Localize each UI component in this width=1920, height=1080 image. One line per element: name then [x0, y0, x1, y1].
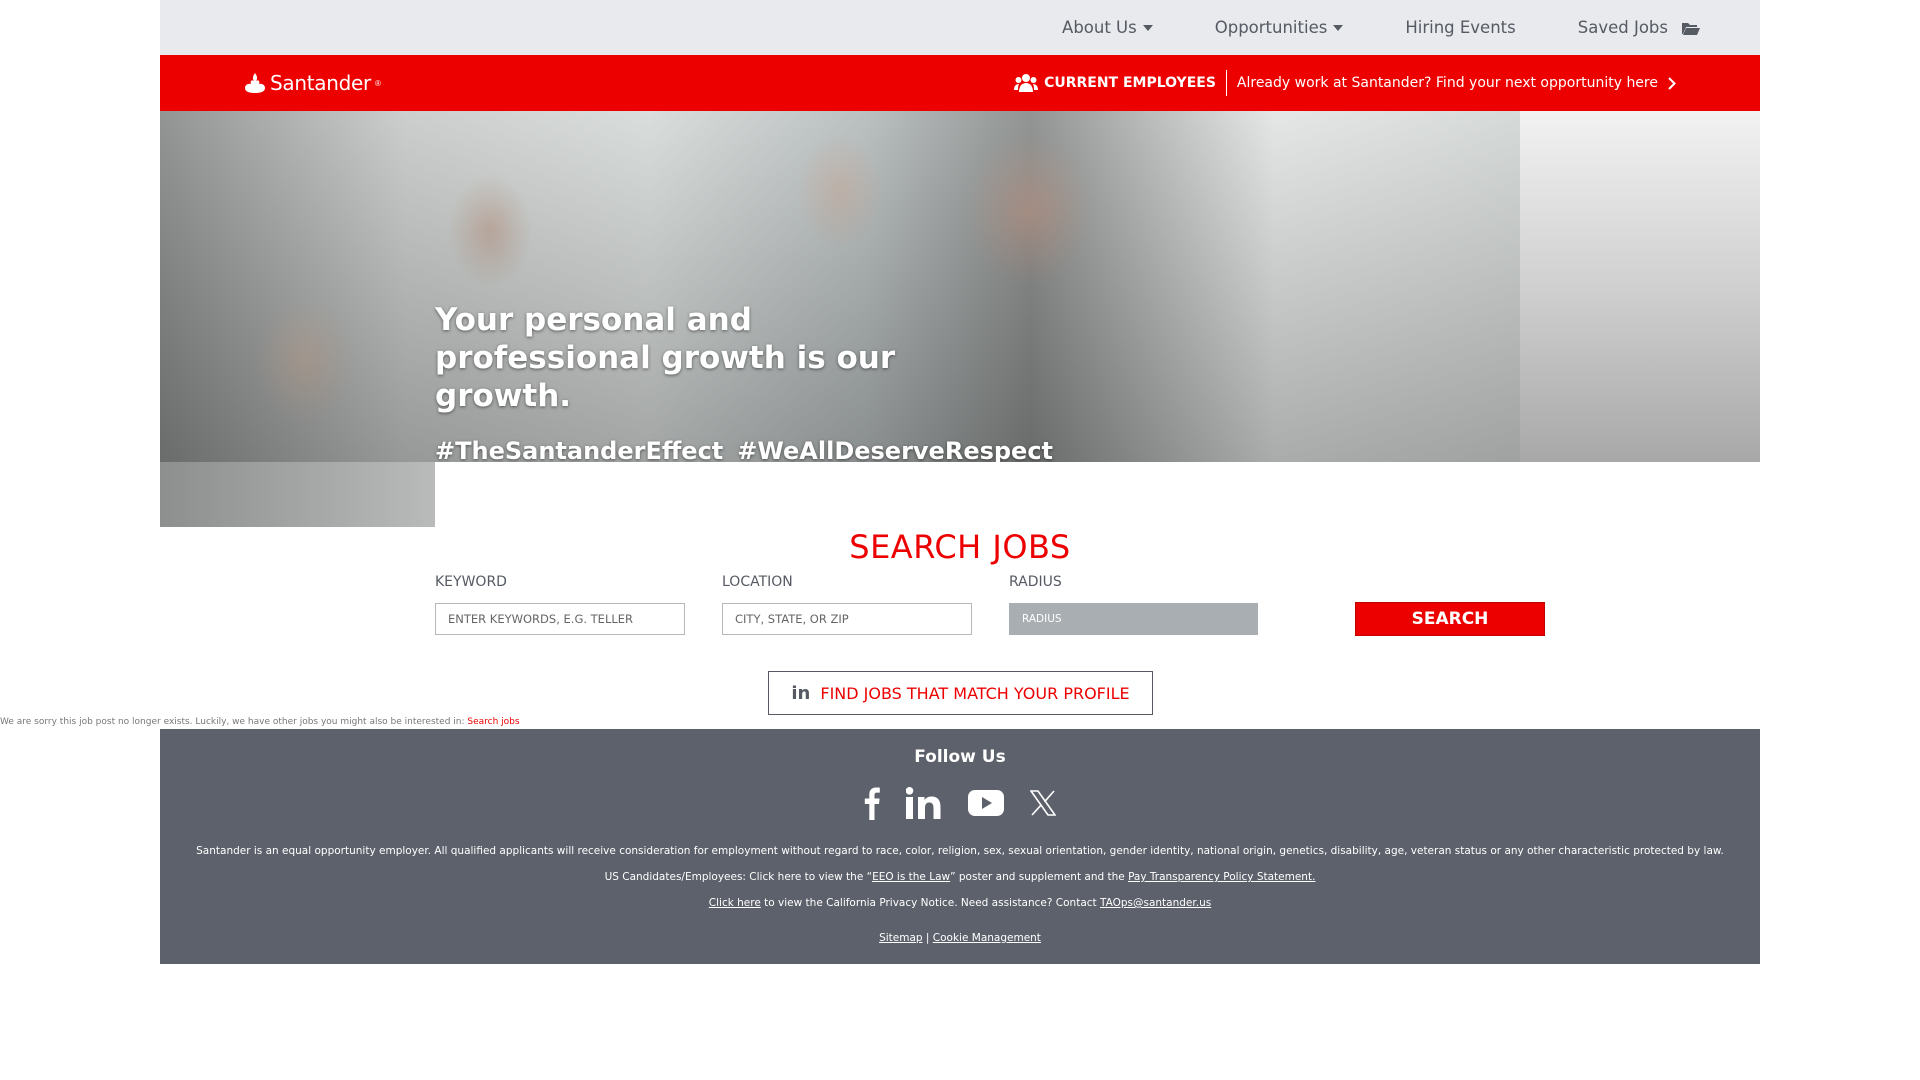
- follow-us-heading: Follow Us: [914, 747, 1006, 767]
- caret-down-icon: [1142, 24, 1153, 31]
- nav-hiring-events-label: Hiring Events: [1405, 18, 1516, 37]
- eeo-is-the-law-link[interactable]: EEO is the Law: [872, 871, 950, 883]
- caret-down-icon: [1333, 24, 1344, 31]
- search-jobs-title: SEARCH JOBS: [849, 528, 1071, 566]
- logo-registered-mark: ®: [374, 78, 381, 88]
- linkedin-icon: in: [791, 682, 811, 704]
- chevron-right-icon: [1668, 76, 1676, 90]
- keyword-input[interactable]: ENTER KEYWORDS, E.G. TELLER: [435, 603, 685, 635]
- current-employees-label: CURRENT EMPLOYEES: [1044, 75, 1216, 91]
- facebook-icon[interactable]: [864, 786, 880, 820]
- current-employees: CURRENT EMPLOYEES Already work at Santan…: [1014, 70, 1676, 96]
- nav-opportunities-label: Opportunities: [1214, 18, 1328, 37]
- linkedin-profile-match-button[interactable]: in FIND JOBS THAT MATCH YOUR PROFILE: [768, 671, 1153, 715]
- notice-text: We are sorry this job post no longer exi…: [0, 717, 465, 727]
- footer: Follow Us Santander is an equal opportun…: [160, 729, 1760, 964]
- youtube-icon[interactable]: [968, 790, 1004, 816]
- nav-opportunities[interactable]: Opportunities: [1215, 18, 1344, 37]
- santander-flame-icon: [245, 73, 265, 93]
- nav-saved-jobs-label: Saved Jobs: [1577, 18, 1668, 37]
- location-label: LOCATION: [722, 574, 793, 590]
- privacy-click-here-link[interactable]: Click here: [709, 897, 761, 909]
- current-employees-label-group: CURRENT EMPLOYEES: [1014, 70, 1227, 96]
- search-jobs-link[interactable]: Search jobs: [467, 717, 519, 727]
- top-nav: About Us Opportunities Hiring Events Sav…: [160, 0, 1760, 55]
- job-not-found-notice: We are sorry this job post no longer exi…: [0, 717, 520, 727]
- pay-transparency-link[interactable]: Pay Transparency Policy Statement.: [1128, 871, 1315, 883]
- nav-hiring-events[interactable]: Hiring Events: [1405, 18, 1515, 37]
- eeo-law-middle: ” poster and supplement and the: [950, 871, 1129, 883]
- hero-photo-fade: [1520, 111, 1760, 462]
- privacy-line: Click here to view the California Privac…: [160, 896, 1760, 910]
- current-employees-link-text: Already work at Santander? Find your nex…: [1236, 75, 1658, 91]
- nav-saved-jobs[interactable]: Saved Jobs: [1578, 18, 1700, 37]
- hero-photo-corner: [160, 462, 435, 527]
- santander-logo[interactable]: Santander ®: [244, 71, 381, 95]
- hero-banner: Your personal and professional growth is…: [160, 111, 1760, 462]
- hashtag-santander-effect: #TheSantanderEffect: [435, 437, 724, 462]
- folder-icon: [1682, 22, 1700, 35]
- radius-label: RADIUS: [1009, 574, 1062, 590]
- keyword-label: KEYWORD: [435, 574, 507, 590]
- linkedin-social-icon[interactable]: [906, 787, 942, 819]
- nav-about-us[interactable]: About Us: [1062, 18, 1153, 37]
- profile-button-label: FIND JOBS THAT MATCH YOUR PROFILE: [820, 683, 1130, 703]
- eeo-statement: Santander is an equal opportunity employ…: [196, 845, 1724, 857]
- hero-headline: Your personal and professional growth is…: [435, 302, 896, 414]
- page-wrapper: About Us Opportunities Hiring Events Sav…: [160, 0, 1760, 715]
- radius-select[interactable]: RADIUS: [1009, 603, 1258, 635]
- brand-banner: Santander ® CURRENT EMPLOYEES Already wo…: [160, 55, 1760, 111]
- current-employees-link[interactable]: Already work at Santander? Find your nex…: [1227, 75, 1676, 91]
- footer-link-separator: |: [922, 932, 933, 944]
- x-icon[interactable]: [1030, 790, 1056, 816]
- cookie-management-link[interactable]: Cookie Management: [933, 932, 1041, 944]
- users-icon: [1014, 74, 1039, 92]
- social-links: [160, 783, 1760, 823]
- search-button[interactable]: SEARCH: [1355, 602, 1545, 636]
- contact-email-link[interactable]: TAOps@santander.us: [1100, 897, 1211, 909]
- location-input[interactable]: CITY, STATE, OR ZIP: [722, 603, 972, 635]
- footer-links: Sitemap | Cookie Management: [160, 931, 1760, 945]
- eeo-law-line: US Candidates/Employees: Click here to v…: [160, 870, 1760, 884]
- search-form: KEYWORD ENTER KEYWORDS, E.G. TELLER LOCA…: [435, 574, 1545, 638]
- privacy-text: to view the California Privacy Notice. N…: [760, 897, 1100, 909]
- hero-hashtags: #TheSantanderEffect #WeAllDeserveRespect: [435, 437, 1053, 462]
- hashtag-respect: #WeAllDeserveRespect: [737, 437, 1054, 462]
- eeo-law-prefix: US Candidates/Employees: Click here to v…: [604, 871, 873, 883]
- logo-text: Santander: [270, 71, 371, 95]
- sitemap-link[interactable]: Sitemap: [879, 932, 923, 944]
- nav-about-us-label: About Us: [1062, 18, 1137, 37]
- hero-text: Your personal and professional growth is…: [435, 301, 1053, 462]
